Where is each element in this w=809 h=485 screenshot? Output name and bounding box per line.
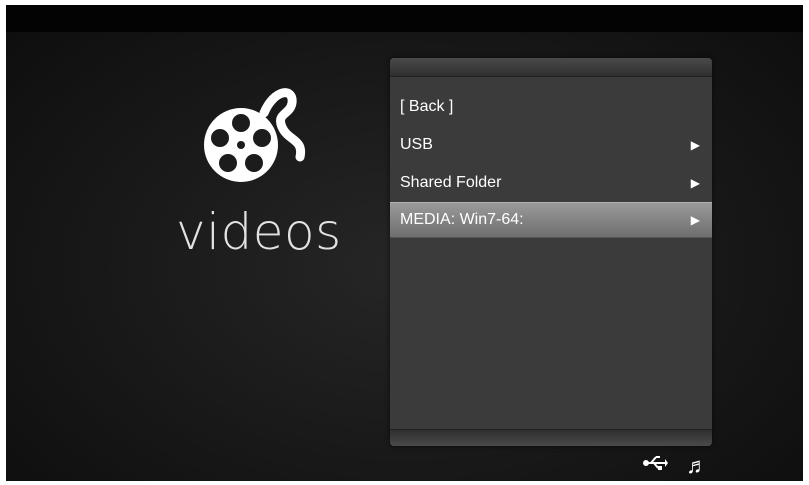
usb-icon (642, 453, 668, 479)
music-note-icon: ♬ (686, 453, 709, 478)
arrow-right-icon: ▶ (690, 176, 700, 190)
arrow-right-icon: ▶ (690, 138, 700, 152)
menu-item-label: [ Back ] (400, 98, 454, 115)
menu-item-label: MEDIA: Win7-64: (400, 211, 524, 228)
film-reel-icon (196, 83, 326, 193)
panel-footer (390, 429, 712, 446)
panel-header (390, 58, 712, 77)
menu-item-label: Shared Folder (400, 174, 502, 191)
menu-item-usb[interactable]: USB ▶ (390, 126, 712, 164)
media-player-screen: videos [ Back ] USB ▶ Shared Folder ▶ ME… (6, 5, 803, 481)
menu-item-label: USB (400, 136, 433, 153)
menu-item-media-server[interactable]: MEDIA: Win7-64: ▶ (390, 202, 712, 238)
source-menu-panel: [ Back ] USB ▶ Shared Folder ▶ MEDIA: Wi… (390, 58, 712, 446)
menu-item-back[interactable]: [ Back ] (390, 88, 712, 126)
arrow-right-icon: ▶ (690, 213, 700, 227)
menu-item-shared-folder[interactable]: Shared Folder ▶ (390, 164, 712, 202)
section-title: videos (176, 203, 342, 261)
status-icons: ♬ (642, 453, 720, 479)
source-menu: [ Back ] USB ▶ Shared Folder ▶ MEDIA: Wi… (390, 88, 712, 238)
top-bar (6, 5, 803, 32)
